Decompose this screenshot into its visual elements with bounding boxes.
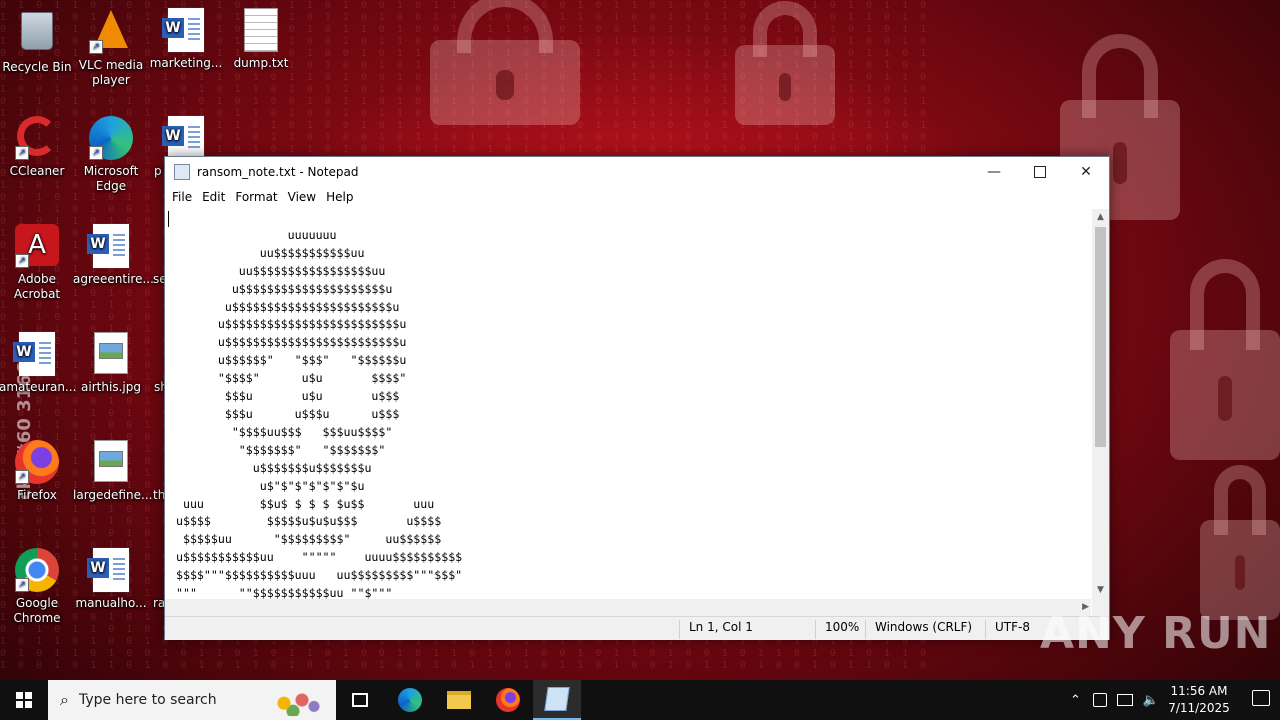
menu-edit[interactable]: Edit — [197, 190, 230, 204]
desktop-icon-agreeentire[interactable]: W agreeentire... — [73, 224, 154, 287]
shortcut-arrow-icon: ↗ — [89, 40, 103, 54]
close-icon: ✕ — [1080, 164, 1092, 180]
vertical-scroll-thumb[interactable] — [1095, 227, 1106, 447]
maximize-button[interactable] — [1017, 157, 1063, 187]
word-document-icon: W — [13, 332, 59, 376]
status-separator — [679, 620, 680, 639]
desktop-icon-edge[interactable]: ↗ Microsoft Edge — [73, 116, 149, 194]
shortcut-arrow-icon: ↗ — [15, 146, 29, 160]
horizontal-scrollbar[interactable]: ▶ — [165, 599, 1091, 616]
firefox-icon: ↗ — [15, 440, 59, 484]
desktop-icon-firefox[interactable]: ↗ Firefox — [0, 440, 75, 503]
start-button[interactable] — [0, 680, 48, 720]
minimize-icon: — — [987, 164, 1001, 180]
status-bar: Ln 1, Col 1 100% Windows (CRLF) UTF-8 — [165, 616, 1109, 640]
status-separator — [985, 620, 986, 639]
search-highlight-flowers-icon — [266, 684, 326, 716]
menu-file[interactable]: File — [167, 190, 197, 204]
desktop-icon-google-chrome[interactable]: ↗ Google Chrome — [0, 548, 75, 626]
adobe-acrobat-icon: A ↗ — [15, 224, 59, 268]
search-box[interactable]: ⌕ Type here to search — [48, 680, 336, 720]
shortcut-arrow-icon: ↗ — [15, 578, 29, 592]
minimize-button[interactable]: — — [971, 157, 1017, 187]
menu-view[interactable]: View — [283, 190, 321, 204]
anyrun-watermark: ANY RUN — [1040, 608, 1272, 659]
desktop-icon-largedefine[interactable]: largedefine... — [73, 440, 152, 503]
notepad-icon — [544, 687, 570, 711]
desktop-icon-recycle-bin[interactable]: Recycle Bin — [0, 8, 75, 75]
desktop-icon-manualho[interactable]: W manualho... — [73, 548, 149, 611]
word-document-icon: W — [162, 8, 208, 52]
close-button[interactable]: ✕ — [1063, 157, 1109, 187]
clock-time: 11:56 AM — [1170, 684, 1228, 698]
taskbar-file-explorer-button[interactable] — [435, 680, 483, 720]
device-icon[interactable] — [1092, 693, 1107, 707]
system-tray: ⌃ 🔈 — [1070, 680, 1159, 720]
scroll-up-arrow-icon[interactable]: ▲ — [1092, 209, 1109, 226]
desktop-icon-airthis-jpg[interactable]: airthis.jpg — [73, 332, 149, 395]
notification-center-icon[interactable] — [1252, 690, 1270, 706]
status-separator — [815, 620, 816, 639]
text-editor-area[interactable]: uuuuuuu uu$$$$$$$$$$$uu uu$$$$$$$$$$$$$$… — [165, 209, 1091, 599]
scroll-down-arrow-icon[interactable]: ▼ — [1092, 582, 1109, 599]
desktop-icon-dump-txt[interactable]: dump.txt — [223, 8, 299, 71]
taskbar: ⌕ Type here to search ⌃ 🔈 11:56 AM 7/11/… — [0, 680, 1280, 720]
volume-icon[interactable]: 🔈 — [1143, 693, 1159, 708]
notepad-title-bar[interactable]: ransom_note.txt - Notepad — ✕ — [165, 157, 1109, 187]
zoom-level: 100% — [825, 620, 860, 634]
notepad-window[interactable]: ransom_note.txt - Notepad — ✕ File Edit … — [164, 156, 1110, 640]
folder-icon — [447, 691, 471, 709]
maximize-icon — [1034, 166, 1046, 178]
menu-format[interactable]: Format — [230, 190, 282, 204]
desktop-icon-ccleaner[interactable]: ↗ CCleaner — [0, 116, 75, 179]
word-document-icon: W — [87, 548, 133, 592]
edge-browser-icon: ↗ — [89, 116, 133, 160]
desktop-icon-vlc[interactable]: ↗ VLC media player — [73, 8, 149, 88]
taskbar-clock[interactable]: 11:56 AM 7/11/2025 — [1164, 683, 1234, 717]
wallpaper-lock-graphic — [735, 1, 835, 125]
windows-logo-icon — [16, 692, 32, 708]
chrome-icon: ↗ — [15, 548, 59, 592]
window-title: ransom_note.txt - Notepad — [197, 165, 359, 179]
task-view-button[interactable] — [336, 680, 384, 720]
menu-help[interactable]: Help — [321, 190, 358, 204]
ccleaner-icon: ↗ — [15, 116, 59, 160]
search-placeholder: Type here to search — [78, 692, 217, 708]
task-view-icon — [352, 693, 368, 707]
word-document-icon: W — [162, 116, 208, 160]
taskbar-firefox-button[interactable] — [484, 680, 532, 720]
text-caret — [168, 211, 169, 227]
desktop-icon-amateuran[interactable]: W amateuran... — [0, 332, 76, 395]
ransom-note-text: uuuuuuu uu$$$$$$$$$$$uu uu$$$$$$$$$$$$$$… — [175, 227, 463, 599]
desktop-icon-marketing[interactable]: W marketing... — [148, 8, 224, 71]
shortcut-arrow-icon: ↗ — [15, 254, 29, 268]
shortcut-arrow-icon: ↗ — [89, 146, 103, 160]
wallpaper-lock-graphic — [430, 0, 580, 125]
status-separator — [865, 620, 866, 639]
firefox-icon — [496, 688, 520, 712]
vertical-scrollbar[interactable]: ▲ ▼ — [1092, 209, 1109, 599]
vlc-cone-icon: ↗ — [89, 10, 133, 54]
wallpaper-lock-graphic — [1170, 258, 1280, 460]
cursor-position: Ln 1, Col 1 — [689, 620, 753, 634]
encoding: UTF-8 — [995, 620, 1030, 634]
line-ending: Windows (CRLF) — [875, 620, 973, 634]
text-file-icon — [239, 8, 283, 52]
search-icon: ⌕ — [60, 690, 69, 709]
taskbar-edge-button[interactable] — [386, 680, 434, 720]
shortcut-arrow-icon: ↗ — [15, 470, 29, 484]
image-file-icon — [89, 440, 133, 484]
taskbar-notepad-button[interactable] — [533, 680, 581, 720]
network-icon[interactable] — [1116, 694, 1133, 706]
desktop-icon-adobe-acrobat[interactable]: A ↗ Adobe Acrobat — [0, 224, 75, 302]
clock-date: 7/11/2025 — [1168, 701, 1230, 715]
notepad-app-icon — [174, 164, 190, 180]
menu-bar: File Edit Format View Help — [165, 187, 1109, 207]
show-hidden-icons-chevron-icon[interactable]: ⌃ — [1070, 693, 1081, 708]
recycle-bin-icon — [15, 12, 59, 56]
wallpaper-lock-graphic — [1200, 465, 1280, 620]
edge-browser-icon — [398, 688, 422, 712]
image-file-icon — [89, 332, 133, 376]
word-document-icon: W — [87, 224, 133, 268]
